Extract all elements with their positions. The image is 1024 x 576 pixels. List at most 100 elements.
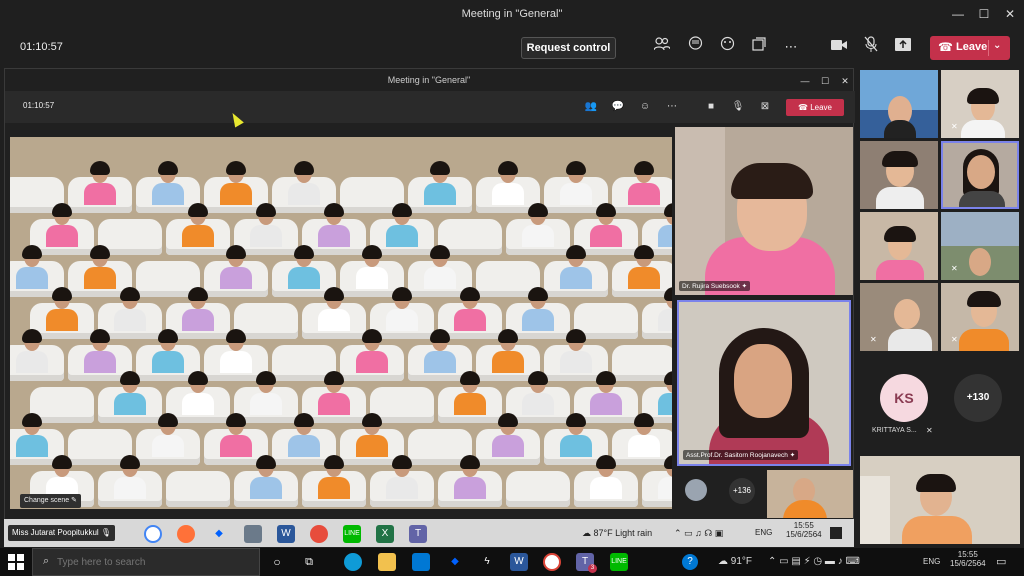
participant-avatar[interactable] bbox=[284, 245, 324, 291]
inner-leave-button[interactable]: ☎ Leave bbox=[786, 99, 844, 116]
inner-mic-muted-icon[interactable]: 🎙 bbox=[730, 99, 746, 115]
inner-more-actions-icon[interactable]: ⋯ bbox=[664, 99, 680, 115]
tray-icons[interactable]: ⌃ ▭ ▤ ⚡ ◷ ▬ ♪ ⌨ bbox=[768, 556, 860, 567]
participant-tile[interactable]: ✕ bbox=[941, 212, 1019, 280]
cortana-icon[interactable]: ○ bbox=[268, 553, 286, 571]
participant-avatar[interactable] bbox=[488, 413, 528, 459]
camera-icon[interactable] bbox=[828, 36, 850, 58]
line-icon[interactable]: LINE bbox=[343, 525, 361, 543]
participant-avatar[interactable] bbox=[654, 455, 672, 501]
search-input[interactable] bbox=[57, 553, 247, 571]
minimize-button[interactable]: — bbox=[948, 4, 968, 24]
word-icon[interactable]: W bbox=[510, 553, 528, 571]
request-control-button[interactable]: Request control bbox=[521, 37, 616, 59]
participant-avatar[interactable] bbox=[352, 413, 392, 459]
participant-avatar[interactable] bbox=[624, 413, 664, 459]
participant-avatar[interactable] bbox=[556, 329, 596, 375]
participant-avatar[interactable] bbox=[110, 455, 150, 501]
participant-avatar[interactable] bbox=[178, 371, 218, 417]
inner-participants-icon[interactable]: 👥 bbox=[583, 99, 599, 115]
participants-icon[interactable] bbox=[651, 36, 673, 58]
participant-tile[interactable]: ✕ bbox=[941, 70, 1019, 138]
inner-reactions-icon[interactable]: ☺ bbox=[637, 99, 653, 115]
participant-avatar[interactable] bbox=[80, 245, 120, 291]
participant-avatar[interactable] bbox=[246, 203, 286, 249]
line-icon[interactable]: LINE bbox=[610, 553, 628, 571]
participant-avatar[interactable] bbox=[148, 413, 188, 459]
participant-avatar[interactable] bbox=[314, 371, 354, 417]
weather-widget[interactable]: ☁ 91°F bbox=[718, 556, 752, 567]
participant-avatar[interactable] bbox=[556, 413, 596, 459]
chevron-down-icon[interactable]: ⌄ bbox=[993, 40, 1001, 51]
participant-avatar[interactable] bbox=[586, 455, 626, 501]
inner-more-participants[interactable]: +136 bbox=[729, 478, 755, 504]
participant-avatar[interactable] bbox=[420, 329, 460, 375]
participant-avatar[interactable] bbox=[110, 287, 150, 333]
participant-avatar[interactable] bbox=[352, 245, 392, 291]
participant-avatar[interactable] bbox=[80, 329, 120, 375]
participant-avatar[interactable] bbox=[246, 371, 286, 417]
participant-avatar[interactable] bbox=[654, 287, 672, 333]
teams-icon[interactable]: T bbox=[409, 525, 427, 543]
inner-participant-avatar[interactable] bbox=[685, 479, 707, 501]
notifications-icon[interactable]: ▭ bbox=[996, 555, 1006, 568]
participant-avatar[interactable] bbox=[624, 161, 664, 207]
mic-muted-icon[interactable] bbox=[860, 36, 882, 58]
dropbox-icon[interactable]: ◆ bbox=[446, 553, 464, 571]
participant-avatar[interactable] bbox=[314, 203, 354, 249]
remote-language[interactable]: ENG bbox=[755, 528, 772, 537]
calculator-icon[interactable] bbox=[244, 525, 262, 543]
windows-start-icon[interactable] bbox=[8, 554, 24, 570]
inner-minimize-button[interactable]: — bbox=[795, 71, 815, 91]
participant-avatar[interactable] bbox=[314, 455, 354, 501]
more-actions-icon[interactable]: ⋯ bbox=[780, 36, 802, 58]
inner-chat-icon[interactable]: 💬 bbox=[610, 99, 626, 115]
dropbox-icon[interactable]: ◆ bbox=[210, 525, 228, 543]
participant-tile-active[interactable] bbox=[941, 141, 1019, 209]
edge-icon[interactable] bbox=[344, 553, 362, 571]
participant-avatar[interactable] bbox=[110, 371, 150, 417]
participant-avatar[interactable] bbox=[284, 413, 324, 459]
file-explorer-icon[interactable] bbox=[378, 553, 396, 571]
participant-avatar[interactable] bbox=[382, 203, 422, 249]
participant-avatar[interactable] bbox=[654, 371, 672, 417]
excel-icon[interactable]: X bbox=[376, 525, 394, 543]
participant-tile[interactable] bbox=[860, 70, 938, 138]
participant-avatar[interactable] bbox=[246, 455, 286, 501]
chrome-icon[interactable] bbox=[144, 525, 162, 543]
system-clock[interactable]: 15:55 15/6/2564 bbox=[950, 550, 986, 568]
chrome-icon[interactable] bbox=[543, 553, 561, 571]
participant-avatar[interactable] bbox=[12, 245, 52, 291]
participant-avatar[interactable] bbox=[556, 161, 596, 207]
participant-tile[interactable] bbox=[860, 212, 938, 280]
app-bolt-icon[interactable]: ϟ bbox=[478, 553, 496, 571]
presenter-tile-1[interactable]: Dr. Rujira Suebsook ✦ bbox=[675, 127, 853, 295]
firefox-icon[interactable] bbox=[177, 525, 195, 543]
inner-camera-icon[interactable]: ■ bbox=[703, 99, 719, 115]
participant-avatar[interactable] bbox=[488, 329, 528, 375]
participant-avatar[interactable] bbox=[488, 161, 528, 207]
participant-avatar[interactable] bbox=[518, 371, 558, 417]
participant-avatar[interactable] bbox=[314, 287, 354, 333]
change-scene-button[interactable]: Change scene ✎ bbox=[20, 494, 81, 508]
participant-avatar[interactable] bbox=[148, 329, 188, 375]
participant-tile[interactable]: ✕ bbox=[941, 283, 1019, 351]
participant-avatar[interactable] bbox=[148, 161, 188, 207]
maximize-button[interactable]: ☐ bbox=[974, 4, 994, 24]
notification-icon[interactable] bbox=[830, 527, 842, 539]
participant-avatar[interactable] bbox=[178, 287, 218, 333]
language-indicator[interactable]: ENG bbox=[923, 557, 940, 566]
app-icon[interactable] bbox=[310, 525, 328, 543]
participant-tile[interactable] bbox=[860, 141, 938, 209]
participant-avatar[interactable] bbox=[42, 287, 82, 333]
word-icon[interactable]: W bbox=[277, 525, 295, 543]
participant-avatar[interactable] bbox=[42, 203, 82, 249]
presenter-tile-2[interactable]: Asst.Prof.Dr. Sasitorn Roojanavech ✦ bbox=[677, 300, 851, 466]
participant-avatar[interactable] bbox=[654, 203, 672, 249]
mail-icon[interactable] bbox=[412, 553, 430, 571]
participant-avatar[interactable] bbox=[178, 203, 218, 249]
reactions-icon[interactable] bbox=[716, 36, 738, 58]
participant-avatar[interactable] bbox=[586, 371, 626, 417]
inner-share-icon[interactable]: ⊠ bbox=[757, 99, 773, 115]
participant-avatar[interactable] bbox=[216, 329, 256, 375]
